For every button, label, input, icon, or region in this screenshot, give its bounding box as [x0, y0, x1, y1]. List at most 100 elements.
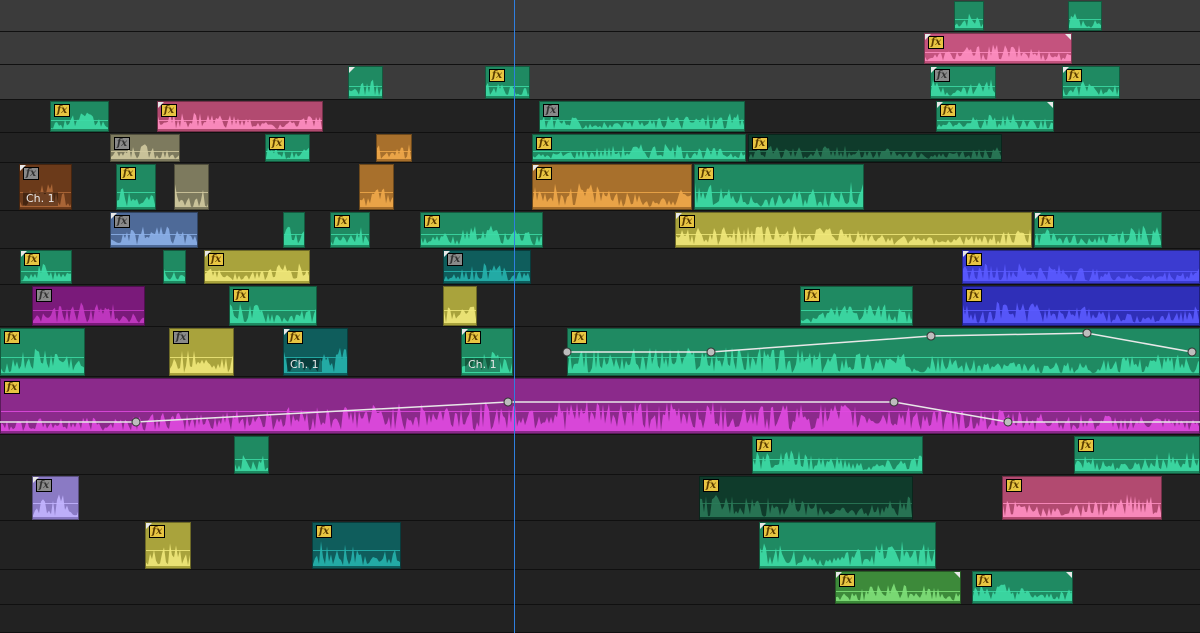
track-lane[interactable]: fx	[0, 32, 1200, 65]
fx-badge-active[interactable]: fx	[269, 137, 285, 150]
audio-clip[interactable]: fx	[50, 101, 109, 132]
clip-fade-handle[interactable]	[836, 572, 842, 578]
clip-fade-handle[interactable]	[1066, 572, 1072, 578]
clip-fade-handle[interactable]	[676, 213, 682, 219]
track-lane[interactable]: fx fx fx fx	[0, 100, 1200, 133]
audio-clip[interactable]: fx	[145, 522, 191, 569]
fx-badge-active[interactable]: fx	[756, 439, 772, 452]
fx-badge-active[interactable]: fx	[698, 167, 714, 180]
audio-clip[interactable]: fx Ch. 1	[19, 164, 72, 210]
multitrack-timeline[interactable]: fx fx fx fx fx fx fx fx fx fx fx fx fx Ch. 1 fx fx fx fx f…	[0, 0, 1200, 633]
fx-badge-active[interactable]: fx	[316, 525, 332, 538]
audio-clip[interactable]: fx	[420, 212, 543, 248]
audio-clip[interactable]: fx	[20, 250, 72, 284]
clip-fade-handle[interactable]	[146, 523, 152, 529]
audio-clip[interactable]: fx	[110, 212, 198, 248]
audio-clip[interactable]: fx	[110, 134, 180, 162]
clip-fade-handle[interactable]	[20, 165, 26, 171]
fx-badge-active[interactable]: fx	[804, 289, 820, 302]
audio-clip[interactable]: fx	[1074, 436, 1200, 474]
audio-clip[interactable]: fx	[443, 250, 531, 284]
clip-fade-handle[interactable]	[1065, 34, 1071, 40]
audio-clip[interactable]	[443, 286, 477, 326]
fx-badge-active[interactable]: fx	[120, 167, 136, 180]
audio-clip[interactable]: fx	[936, 101, 1054, 132]
fx-badge-bypassed[interactable]: fx	[173, 331, 189, 344]
fx-badge-active[interactable]: fx	[54, 104, 70, 117]
clip-fade-handle[interactable]	[760, 523, 766, 529]
clip-fade-handle[interactable]	[444, 251, 450, 257]
track-lane[interactable]	[0, 0, 1200, 32]
audio-clip[interactable]	[954, 1, 984, 31]
fx-badge-bypassed[interactable]: fx	[36, 289, 52, 302]
track-lane[interactable]	[0, 605, 1200, 633]
fx-badge-active[interactable]: fx	[489, 69, 505, 82]
audio-clip[interactable]: fx	[972, 571, 1073, 604]
clip-fade-handle[interactable]	[1035, 213, 1041, 219]
audio-clip[interactable]: fx	[752, 436, 923, 474]
playhead-cursor[interactable]	[514, 0, 515, 633]
clip-fade-handle[interactable]	[462, 329, 468, 335]
audio-clip[interactable]: fx	[532, 134, 746, 162]
clip-fade-handle[interactable]	[963, 251, 969, 257]
audio-clip[interactable]: fx	[748, 134, 1002, 162]
audio-clip[interactable]: fx	[265, 134, 310, 162]
clip-fade-handle[interactable]	[954, 572, 960, 578]
clip-fade-handle[interactable]	[111, 213, 117, 219]
audio-clip[interactable]	[348, 66, 383, 99]
audio-clip[interactable]: fx	[330, 212, 370, 248]
audio-clip[interactable]: fx	[962, 250, 1200, 284]
audio-clip[interactable]: fx	[835, 571, 961, 604]
audio-clip[interactable]: fx	[532, 164, 692, 210]
track-lane[interactable]: fx	[0, 377, 1200, 435]
audio-clip[interactable]: fx	[694, 164, 864, 210]
fx-badge-active[interactable]: fx	[424, 215, 440, 228]
clip-fade-handle[interactable]	[158, 102, 164, 108]
audio-clip[interactable]: fx	[485, 66, 530, 99]
audio-clip[interactable]: fx	[539, 101, 745, 132]
track-lane[interactable]: fx fx fx fx	[0, 133, 1200, 163]
audio-clip[interactable]: fx	[567, 328, 1200, 376]
fx-badge-active[interactable]: fx	[1078, 439, 1094, 452]
fx-badge-bypassed[interactable]: fx	[543, 104, 559, 117]
clip-fade-handle[interactable]	[33, 477, 39, 483]
clip-fade-handle[interactable]	[205, 251, 211, 257]
audio-clip[interactable]: fx	[229, 286, 317, 326]
audio-clip[interactable]	[1068, 1, 1102, 31]
fx-badge-active[interactable]: fx	[233, 289, 249, 302]
clip-fade-handle[interactable]	[533, 165, 539, 171]
audio-clip[interactable]: fx	[116, 164, 156, 210]
audio-clip[interactable]	[234, 436, 269, 474]
audio-clip[interactable]: fx	[32, 476, 79, 520]
audio-clip[interactable]	[174, 164, 209, 210]
audio-clip[interactable]: fx	[930, 66, 996, 99]
clip-fade-handle[interactable]	[925, 34, 931, 40]
track-lane[interactable]: fx fx fx fx	[0, 249, 1200, 285]
fx-badge-active[interactable]: fx	[966, 289, 982, 302]
clip-fade-handle[interactable]	[1047, 102, 1053, 108]
audio-clip[interactable]: fx	[1062, 66, 1120, 99]
audio-clip[interactable]: fx	[699, 476, 913, 520]
clip-fade-handle[interactable]	[21, 251, 27, 257]
audio-clip[interactable]: fx	[800, 286, 913, 326]
audio-clip[interactable]: fx	[169, 328, 234, 376]
audio-clip[interactable]: fx	[675, 212, 1032, 248]
audio-clip[interactable]: fx	[157, 101, 323, 132]
clip-fade-handle[interactable]	[349, 67, 355, 73]
fx-badge-active[interactable]: fx	[4, 381, 20, 394]
track-lane[interactable]: fx fx	[0, 570, 1200, 605]
fx-badge-active[interactable]: fx	[976, 574, 992, 587]
audio-clip[interactable]: fx	[312, 522, 401, 569]
audio-clip[interactable]	[283, 212, 305, 248]
clip-fade-handle[interactable]	[931, 67, 937, 73]
fx-badge-active[interactable]: fx	[703, 479, 719, 492]
clip-fade-handle[interactable]	[937, 102, 943, 108]
fx-badge-active[interactable]: fx	[1006, 479, 1022, 492]
audio-clip[interactable]	[359, 164, 394, 210]
fx-badge-active[interactable]: fx	[752, 137, 768, 150]
fx-badge-bypassed[interactable]: fx	[114, 137, 130, 150]
clip-fade-handle[interactable]	[1063, 67, 1069, 73]
audio-clip[interactable]: fx	[759, 522, 936, 569]
audio-clip[interactable]: fx	[962, 286, 1200, 326]
track-lane[interactable]: fx fx fx Ch. 1 fx Ch. 1 fx	[0, 327, 1200, 377]
